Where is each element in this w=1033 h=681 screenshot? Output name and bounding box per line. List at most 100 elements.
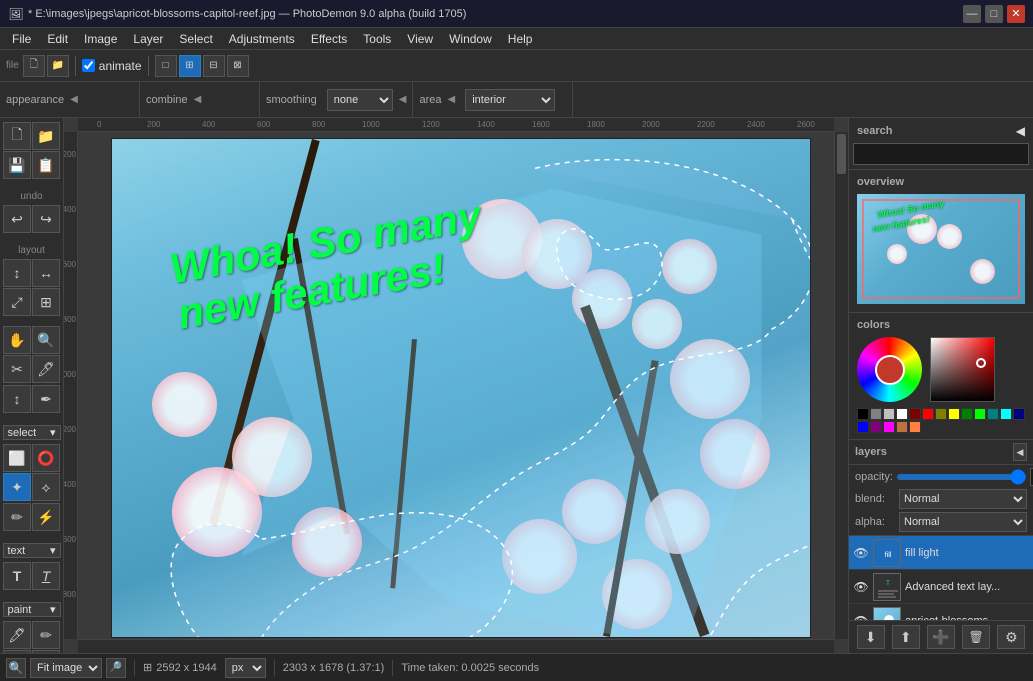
combine-panel-label[interactable]: combine <box>146 94 188 106</box>
smoothing-dropdown[interactable]: none light medium heavy <box>327 89 393 111</box>
tool-open[interactable]: 📁 <box>32 122 60 150</box>
overview-header[interactable]: overview <box>853 174 1029 190</box>
tool-magic-select[interactable]: ⟡ <box>32 473 60 501</box>
view-mode-2[interactable]: ⊞ <box>179 55 201 77</box>
tool-fill[interactable]: 🪣 <box>3 650 31 653</box>
appearance-panel-arrow[interactable]: ◀ <box>70 94 78 105</box>
tool-eyedrop[interactable]: ✒ <box>32 385 60 413</box>
select-dropdown[interactable]: select ▾ <box>3 425 61 440</box>
swatch-cyan[interactable] <box>1000 408 1012 420</box>
menu-file[interactable]: File <box>4 30 39 48</box>
tool-layout-2[interactable]: ↔ <box>32 259 60 287</box>
view-mode-3[interactable]: ⊟ <box>203 55 225 77</box>
tool-measure[interactable]: ↕ <box>3 385 31 413</box>
text-dropdown[interactable]: text ▾ <box>3 543 61 558</box>
swatch-black[interactable] <box>857 408 869 420</box>
swatch-olive[interactable] <box>935 408 947 420</box>
color-square[interactable] <box>930 337 995 402</box>
blend-dropdown[interactable]: Normal Multiply Screen Overlay <box>899 489 1027 509</box>
maximize-button[interactable]: □ <box>985 5 1003 23</box>
swatch-magenta[interactable] <box>883 421 895 433</box>
layer-delete-btn[interactable]: 🗑 <box>962 625 990 649</box>
search-header[interactable]: search ◀ <box>853 122 1029 140</box>
paint-dropdown[interactable]: paint ▾ <box>3 602 61 617</box>
menu-adjustments[interactable]: Adjustments <box>221 30 303 48</box>
search-input[interactable] <box>853 143 1029 165</box>
menu-tools[interactable]: Tools <box>355 30 399 48</box>
tool-pen[interactable]: 🖊 <box>32 355 60 383</box>
layers-title[interactable]: layers <box>855 446 887 458</box>
unit-dropdown[interactable]: px cm in <box>225 658 266 678</box>
colors-header[interactable]: colors <box>853 317 1029 333</box>
tool-text-normal[interactable]: T <box>3 562 31 590</box>
tool-brush[interactable]: 🖊 <box>3 621 31 649</box>
tool-layout-1[interactable]: ↕ <box>3 259 31 287</box>
close-button[interactable]: ✕ <box>1007 5 1025 23</box>
tool-layout-4[interactable]: ⊞ <box>32 288 60 316</box>
canvas-image[interactable]: Whoa! So many new features! <box>111 138 811 638</box>
menu-layer[interactable]: Layer <box>125 30 171 48</box>
layer-item[interactable]: 👁 T Advanced text lay... <box>849 570 1033 604</box>
menu-view[interactable]: View <box>399 30 441 48</box>
zoom-in-btn[interactable]: 🔎 <box>106 658 126 678</box>
animate-checkbox[interactable] <box>82 59 95 72</box>
tool-pencil[interactable]: ✏ <box>32 621 60 649</box>
smoothing-panel-label[interactable]: smoothing <box>266 94 317 106</box>
swatch-orange[interactable] <box>909 421 921 433</box>
tool-select-sub2[interactable]: ⚡ <box>32 503 60 531</box>
area-panel-arrow[interactable]: ◀ <box>448 94 456 105</box>
tool-new[interactable]: 🗋 <box>3 122 31 150</box>
area-dropdown[interactable]: interior exterior boundary <box>465 89 555 111</box>
layer-move-down-btn[interactable]: ⬇ <box>857 625 885 649</box>
layer-item[interactable]: 👁 apricot-blossoms... <box>849 604 1033 620</box>
alpha-dropdown[interactable]: Normal Inherit <box>899 512 1027 532</box>
swatch-red[interactable] <box>922 408 934 420</box>
appearance-panel-label[interactable]: appearance <box>6 94 64 106</box>
new-file-button[interactable]: 🗋 <box>23 55 45 77</box>
tool-text-italic[interactable]: T <box>32 562 60 590</box>
zoom-out-btn[interactable]: 🔍 <box>6 658 26 678</box>
tool-save[interactable]: 💾 <box>3 151 31 179</box>
layer-visibility-icon[interactable]: 👁 <box>853 613 869 621</box>
tool-layout-3[interactable]: ⤢ <box>3 288 31 316</box>
layer-move-up-btn[interactable]: ⬆ <box>892 625 920 649</box>
swatch-navy[interactable] <box>1013 408 1025 420</box>
menu-window[interactable]: Window <box>441 30 500 48</box>
tool-undo[interactable]: ↩ <box>3 205 31 233</box>
layer-visibility-icon[interactable]: 👁 <box>853 545 869 561</box>
menu-image[interactable]: Image <box>76 30 125 48</box>
layer-item[interactable]: 👁 fill fill light <box>849 536 1033 570</box>
tool-crop[interactable]: ✂ <box>3 355 31 383</box>
swatch-teal[interactable] <box>987 408 999 420</box>
layer-add-btn[interactable]: ➕ <box>927 625 955 649</box>
canvas-image-wrapper[interactable]: Whoa! So many new features! <box>111 138 816 648</box>
swatch-silver[interactable] <box>883 408 895 420</box>
layers-collapse-btn[interactable]: ◀ <box>1013 443 1027 461</box>
swatch-yellow[interactable] <box>948 408 960 420</box>
opacity-slider[interactable] <box>897 474 1026 480</box>
layer-visibility-icon[interactable]: 👁 <box>853 579 869 595</box>
area-panel-label[interactable]: area <box>419 94 441 106</box>
layer-settings-btn[interactable]: ⚙ <box>997 625 1025 649</box>
open-file-button[interactable]: 📁 <box>47 55 69 77</box>
swatch-lime[interactable] <box>974 408 986 420</box>
swatch-maroon[interactable] <box>909 408 921 420</box>
view-mode-1[interactable]: □ <box>155 55 177 77</box>
tool-ellipse-select[interactable]: ⭕ <box>32 444 60 472</box>
swatch-blue[interactable] <box>857 421 869 433</box>
swatch-brown[interactable] <box>896 421 908 433</box>
smoothing-panel-arrow[interactable]: ◀ <box>399 94 407 105</box>
tool-redo[interactable]: ↪ <box>32 205 60 233</box>
swatch-purple[interactable] <box>870 421 882 433</box>
swatch-white[interactable] <box>896 408 908 420</box>
fit-dropdown[interactable]: Fit image 100% 50% 200% <box>30 658 102 678</box>
color-wheel[interactable] <box>857 337 922 402</box>
menu-effects[interactable]: Effects <box>303 30 355 48</box>
overview-thumbnail[interactable]: Whoa! So many new features! <box>857 194 1025 304</box>
tool-eyedropper[interactable]: 💉 <box>32 650 60 653</box>
tool-pan[interactable]: ✋ <box>3 326 31 354</box>
view-mode-4[interactable]: ⊠ <box>227 55 249 77</box>
menu-help[interactable]: Help <box>500 30 541 48</box>
tool-rect-select[interactable]: ⬜ <box>3 444 31 472</box>
swatch-green[interactable] <box>961 408 973 420</box>
